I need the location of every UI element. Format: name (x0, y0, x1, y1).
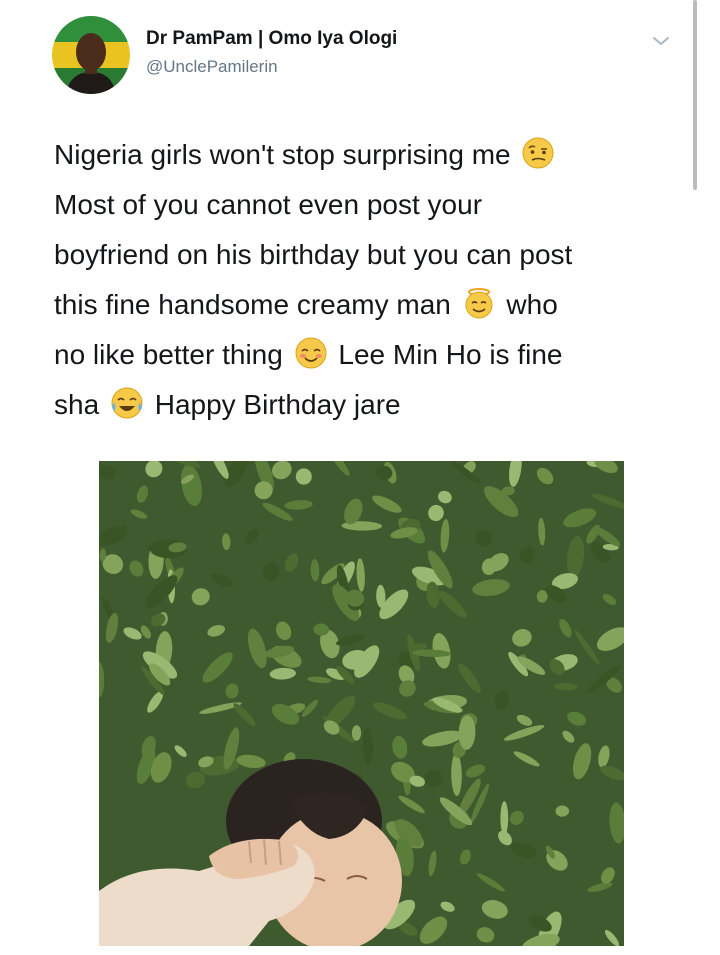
person-lying-in-leaves-photo (99, 461, 624, 946)
tweet-text-line: sha Happy Birthday jare (54, 380, 694, 430)
tweet-photo[interactable] (99, 461, 624, 946)
tweet-text-line: this fine handsome creamy man who (54, 280, 694, 330)
tweet-text-line: Nigeria girls won't stop surprising me (54, 130, 694, 180)
leaf-shape (501, 486, 515, 496)
tears-of-joy-emoji-icon (110, 386, 144, 436)
author-handle[interactable]: @UnclePamilerin (146, 57, 278, 77)
tweet-card: Dr PamPam | Omo Iya Ologi @UnclePamileri… (0, 0, 720, 955)
author-avatar[interactable] (52, 16, 130, 94)
angel-emoji-icon (462, 286, 496, 336)
tweet-text: Nigeria girls won't stop surprising me M… (54, 130, 694, 430)
tweet-text-line: no like better thing Lee Min Ho is fine (54, 330, 694, 380)
profile-avatar-icon (52, 16, 130, 94)
leaf-shape (500, 801, 509, 836)
author-display-name[interactable]: Dr PamPam | Omo Iya Ologi (146, 28, 397, 50)
tweet-text-line: boyfriend on his birthday but you can po… (54, 239, 573, 270)
tweet-text-line: Most of you cannot even post your (54, 189, 483, 220)
smiling-blush-emoji-icon (294, 336, 328, 386)
raised-eyebrow-emoji-icon (521, 136, 555, 186)
leaf-shape (475, 530, 492, 548)
chevron-down-icon[interactable] (650, 30, 672, 52)
